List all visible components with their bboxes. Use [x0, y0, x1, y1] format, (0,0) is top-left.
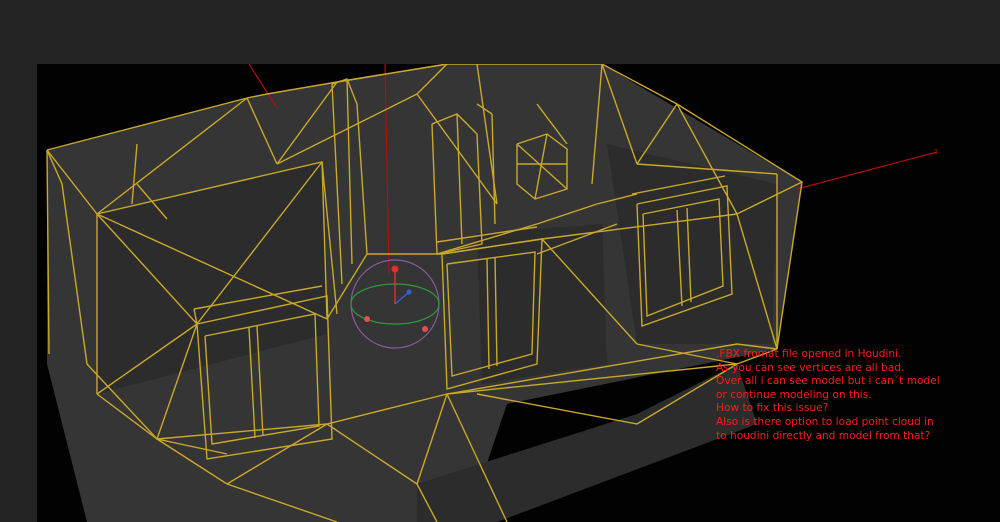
annotation-line: Also is there option to load point cloud… — [716, 415, 934, 428]
annotation-line: or continue modeling on this. — [716, 388, 872, 401]
annotation-line: .FBX fromat file opened in Houdini. — [716, 348, 902, 360]
annotation-line: As you can see vertices are all bad. — [716, 361, 905, 374]
annotation-line: How to fix this issue? — [716, 402, 829, 415]
annotation-text: .FBX fromat file opened in Houdini. As y… — [716, 348, 956, 443]
wireframe-model: z — [46, 64, 938, 522]
3d-viewport[interactable]: z — [37, 64, 1000, 522]
left-toolbar-strip — [0, 64, 37, 522]
annotation-line: Over all i can see model but i can`t mod… — [716, 375, 940, 388]
app-header-bar — [0, 0, 1000, 64]
annotation-line: to houdini directly and model from that? — [716, 429, 931, 442]
axis-z-label: z — [934, 147, 938, 156]
